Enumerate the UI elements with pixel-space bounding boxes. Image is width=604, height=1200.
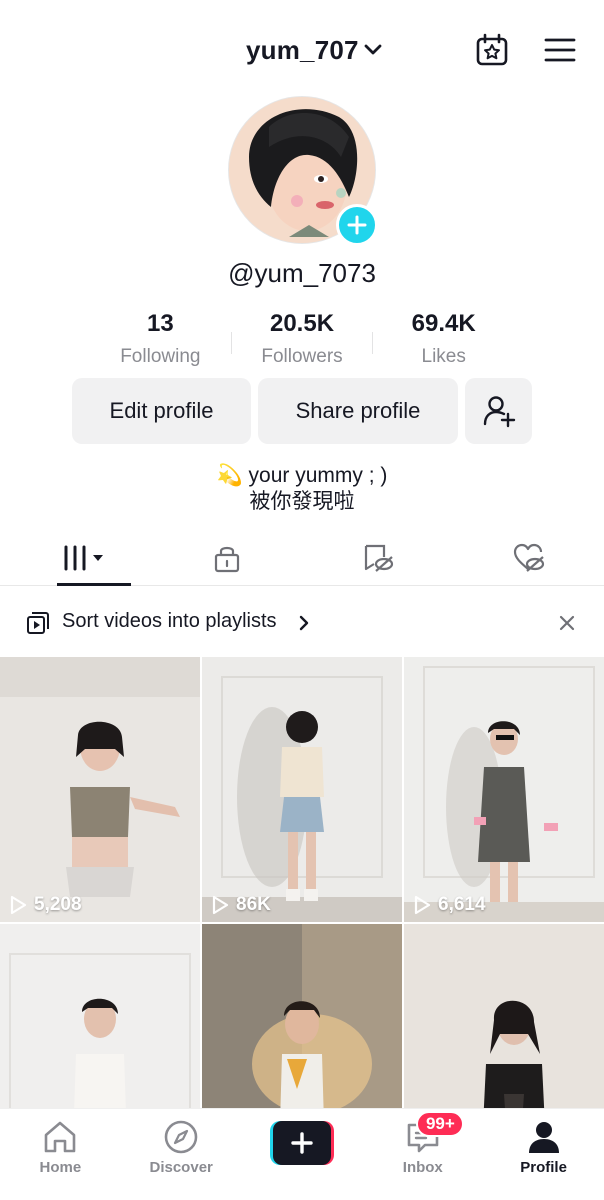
nav-create[interactable] xyxy=(242,1109,363,1200)
add-friend-icon xyxy=(483,396,515,428)
chevron-right-icon xyxy=(299,615,309,631)
home-icon xyxy=(42,1119,78,1155)
nav-profile[interactable]: Profile xyxy=(483,1109,604,1200)
playlist-icon xyxy=(27,612,49,634)
profile-avatar-container[interactable] xyxy=(228,96,378,246)
share-profile-button[interactable]: Share profile xyxy=(258,378,458,444)
private-lock-icon xyxy=(214,546,239,572)
video-thumbnail-image xyxy=(404,657,604,922)
nav-inbox[interactable]: Inbox 99+ xyxy=(362,1109,483,1200)
tab-reposts[interactable] xyxy=(302,530,453,585)
video-thumbnail[interactable]: 5,208 xyxy=(0,657,200,922)
bio-line: 被你發現啦 xyxy=(249,490,355,513)
video-thumbnail[interactable]: 6,614 xyxy=(404,657,604,922)
plus-icon xyxy=(347,215,367,235)
play-icon xyxy=(212,895,229,915)
reposts-icon xyxy=(364,544,393,572)
nav-inbox-label: Inbox xyxy=(402,1159,443,1176)
compass-icon xyxy=(163,1119,199,1155)
profile-stats: 13 Following 20.5K Followers 69.4K Likes xyxy=(90,310,514,370)
stat-label: Followers xyxy=(261,346,343,367)
nav-profile-label: Profile xyxy=(520,1159,567,1176)
stat-value: 69.4K xyxy=(411,310,476,337)
account-switcher[interactable]: yum_707 xyxy=(246,32,383,68)
playlist-banner[interactable]: Sort videos into playlists xyxy=(0,600,604,646)
username: yum_707 xyxy=(246,34,359,65)
add-friend-button[interactable] xyxy=(465,378,532,444)
profile-bio: 💫 your yummy ; ) 被你發現啦 xyxy=(0,463,604,515)
videos-grid-icon xyxy=(64,545,103,570)
video-thumbnail[interactable]: 86K xyxy=(202,657,402,922)
video-thumbnail-image xyxy=(0,657,200,922)
close-icon[interactable] xyxy=(556,612,578,634)
plus-icon xyxy=(272,1121,331,1165)
top-bar: yum_707 xyxy=(0,0,604,100)
create-button[interactable] xyxy=(269,1121,334,1165)
stat-value: 13 xyxy=(146,310,174,337)
nav-discover-label: Discover xyxy=(149,1159,213,1176)
stat-label: Following xyxy=(120,346,201,367)
bio-line: 💫 your yummy ; ) xyxy=(216,464,388,487)
profile-handle: @yum_7073 xyxy=(228,258,376,288)
tab-liked[interactable] xyxy=(453,530,604,585)
view-count-text: 5,208 xyxy=(34,894,82,915)
view-count: 86K xyxy=(210,894,271,916)
stat-label: Likes xyxy=(421,346,466,367)
stat-following[interactable]: 13 Following xyxy=(90,310,231,370)
bottom-navigation: Home Discover Inbox 99+ Profile xyxy=(0,1108,604,1200)
play-icon xyxy=(414,895,431,915)
stat-likes[interactable]: 69.4K Likes xyxy=(373,310,514,370)
play-icon xyxy=(10,895,27,915)
view-count-text: 86K xyxy=(236,894,271,915)
profile-tabs xyxy=(0,530,604,586)
view-count: 5,208 xyxy=(8,894,82,916)
add-avatar-button[interactable] xyxy=(336,204,378,246)
view-count-text: 6,614 xyxy=(438,894,486,915)
view-count: 6,614 xyxy=(412,894,486,916)
inbox-badge: 99+ xyxy=(416,1111,465,1137)
chevron-down-icon xyxy=(364,44,382,55)
tab-videos[interactable] xyxy=(0,530,151,586)
profile-icon xyxy=(526,1119,562,1155)
stat-followers[interactable]: 20.5K Followers xyxy=(232,310,373,370)
nav-home-label: Home xyxy=(39,1159,82,1176)
stat-value: 20.5K xyxy=(269,310,335,337)
liked-hidden-icon xyxy=(513,543,544,572)
tab-private[interactable] xyxy=(151,530,302,585)
video-thumbnail-image xyxy=(202,657,402,922)
nav-discover[interactable]: Discover xyxy=(121,1109,242,1200)
nav-home[interactable]: Home xyxy=(0,1109,121,1200)
hamburger-menu-icon[interactable] xyxy=(542,32,578,68)
edit-profile-button[interactable]: Edit profile xyxy=(72,378,251,444)
calendar-star-icon[interactable] xyxy=(474,32,510,68)
playlist-banner-text: Sort videos into playlists xyxy=(62,610,277,632)
